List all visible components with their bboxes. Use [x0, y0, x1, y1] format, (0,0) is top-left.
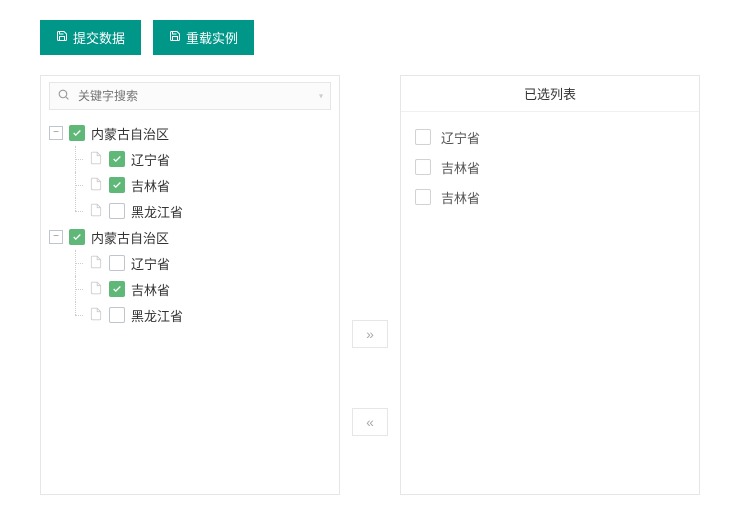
tree-child-row: 黑龙江省 — [69, 302, 331, 328]
file-icon — [89, 202, 103, 221]
tree-node: − 内蒙古自治区辽宁省吉林省黑龙江省 — [49, 224, 331, 328]
tree-checkbox[interactable] — [69, 229, 85, 245]
tree-child-label: 吉林省 — [131, 176, 170, 195]
tree-branch-line — [69, 250, 83, 276]
tree-child-row: 辽宁省 — [69, 250, 331, 276]
tree-checkbox[interactable] — [109, 177, 125, 193]
file-icon — [89, 280, 103, 299]
tree-checkbox[interactable] — [109, 151, 125, 167]
tree-child-row: 吉林省 — [69, 276, 331, 302]
tree-node: − 内蒙古自治区辽宁省吉林省黑龙江省 — [49, 120, 331, 224]
tree-branch-line — [69, 172, 83, 198]
tree-checkbox[interactable] — [109, 307, 125, 323]
tree-checkbox[interactable] — [69, 125, 85, 141]
tree-child-row: 吉林省 — [69, 172, 331, 198]
search-box: ▾ — [49, 82, 331, 110]
reload-button[interactable]: 重载实例 — [153, 20, 254, 55]
tree-checkbox[interactable] — [109, 203, 125, 219]
search-icon — [57, 88, 70, 104]
submit-button[interactable]: 提交数据 — [40, 20, 141, 55]
tree-panel: ▾ −内蒙古自治区辽宁省吉林省黑龙江省−内蒙古自治区辽宁省吉林省黑龙江省 — [40, 75, 340, 495]
tree-checkbox[interactable] — [109, 281, 125, 297]
tree-branch-line — [69, 276, 83, 302]
tree-checkbox[interactable] — [109, 255, 125, 271]
selected-panel: 已选列表 辽宁省吉林省吉林省 — [400, 75, 700, 495]
collapse-toggle[interactable]: − — [49, 126, 63, 140]
selected-item: 吉林省 — [415, 152, 685, 182]
selected-header: 已选列表 — [401, 76, 699, 112]
toolbar: 提交数据 重载实例 — [40, 20, 714, 55]
search-input[interactable] — [49, 82, 331, 110]
tree-child-label: 吉林省 — [131, 280, 170, 299]
chevron-double-left-icon: « — [366, 414, 374, 430]
tree-branch-line — [69, 198, 83, 224]
selected-checkbox[interactable] — [415, 129, 431, 145]
file-icon — [89, 176, 103, 195]
chevron-double-right-icon: » — [366, 326, 374, 342]
tree-node-label: 内蒙古自治区 — [91, 228, 169, 247]
selected-checkbox[interactable] — [415, 159, 431, 175]
selected-list: 辽宁省吉林省吉林省 — [401, 112, 699, 222]
save-icon — [56, 30, 68, 45]
selected-item-label: 辽宁省 — [441, 128, 480, 147]
submit-label: 提交数据 — [73, 28, 125, 47]
move-left-button[interactable]: « — [352, 408, 388, 436]
tree-child-row: 辽宁省 — [69, 146, 331, 172]
tree-branch-line — [69, 302, 83, 328]
tree-child-label: 黑龙江省 — [131, 306, 183, 325]
collapse-toggle[interactable]: − — [49, 230, 63, 244]
file-icon — [89, 306, 103, 325]
move-right-button[interactable]: » — [352, 320, 388, 348]
reload-label: 重载实例 — [186, 28, 238, 47]
tree-branch-line — [69, 146, 83, 172]
selected-checkbox[interactable] — [415, 189, 431, 205]
tree-node-label: 内蒙古自治区 — [91, 124, 169, 143]
file-icon — [89, 254, 103, 273]
tree-child-label: 黑龙江省 — [131, 202, 183, 221]
transfer-arrows: » « — [352, 75, 388, 436]
tree: −内蒙古自治区辽宁省吉林省黑龙江省−内蒙古自治区辽宁省吉林省黑龙江省 — [41, 114, 339, 338]
selected-item-label: 吉林省 — [441, 188, 480, 207]
file-icon — [89, 150, 103, 169]
selected-item-label: 吉林省 — [441, 158, 480, 177]
save-icon — [169, 30, 181, 45]
chevron-down-icon[interactable]: ▾ — [319, 92, 323, 101]
tree-child-label: 辽宁省 — [131, 254, 170, 273]
tree-child-row: 黑龙江省 — [69, 198, 331, 224]
selected-item: 辽宁省 — [415, 122, 685, 152]
selected-item: 吉林省 — [415, 182, 685, 212]
tree-child-label: 辽宁省 — [131, 150, 170, 169]
